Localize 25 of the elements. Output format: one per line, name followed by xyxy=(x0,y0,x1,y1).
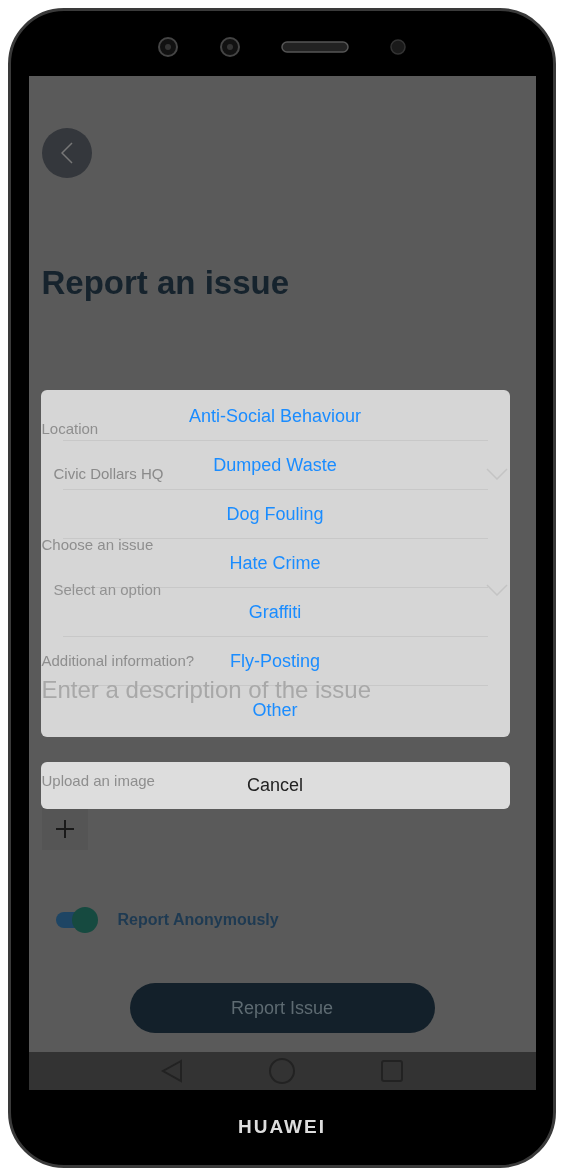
action-sheet-option[interactable]: Other xyxy=(252,699,298,722)
field-label: Upload an image xyxy=(41,770,155,791)
add-image-button[interactable] xyxy=(41,808,88,850)
field-label: Choose an issue xyxy=(41,535,154,555)
action-sheet-option[interactable]: Dog Fouling xyxy=(226,502,324,526)
speaker-grille-icon xyxy=(281,40,349,53)
action-sheet-option[interactable]: Graffiti xyxy=(248,600,302,624)
brand-logo: HUAWEI xyxy=(238,1115,326,1140)
camera-icon xyxy=(157,35,179,58)
action-sheet-option[interactable]: Anti-Social Behaviour xyxy=(188,404,362,428)
action-sheet-option[interactable]: Hate Crime xyxy=(229,551,321,575)
plus-icon xyxy=(55,820,74,838)
page-title: Report an issue xyxy=(41,266,291,299)
report-issue-button[interactable]: Report Issue xyxy=(129,983,435,1033)
select-field[interactable]: Civic Dollars HQ xyxy=(53,462,164,485)
select-field[interactable]: Select an option xyxy=(53,578,162,601)
action-sheet-option[interactable]: Dumped Waste xyxy=(213,453,337,477)
field-label: Additional information? xyxy=(41,651,195,671)
back-icon xyxy=(60,142,73,164)
toggle-label: Report Anonymously xyxy=(117,910,279,930)
sensor-icon xyxy=(389,37,407,56)
back-button[interactable] xyxy=(41,128,92,178)
action-sheet-option[interactable]: Fly-Posting xyxy=(230,649,320,673)
field-label: Location xyxy=(41,419,99,439)
camera-icon xyxy=(219,35,241,58)
